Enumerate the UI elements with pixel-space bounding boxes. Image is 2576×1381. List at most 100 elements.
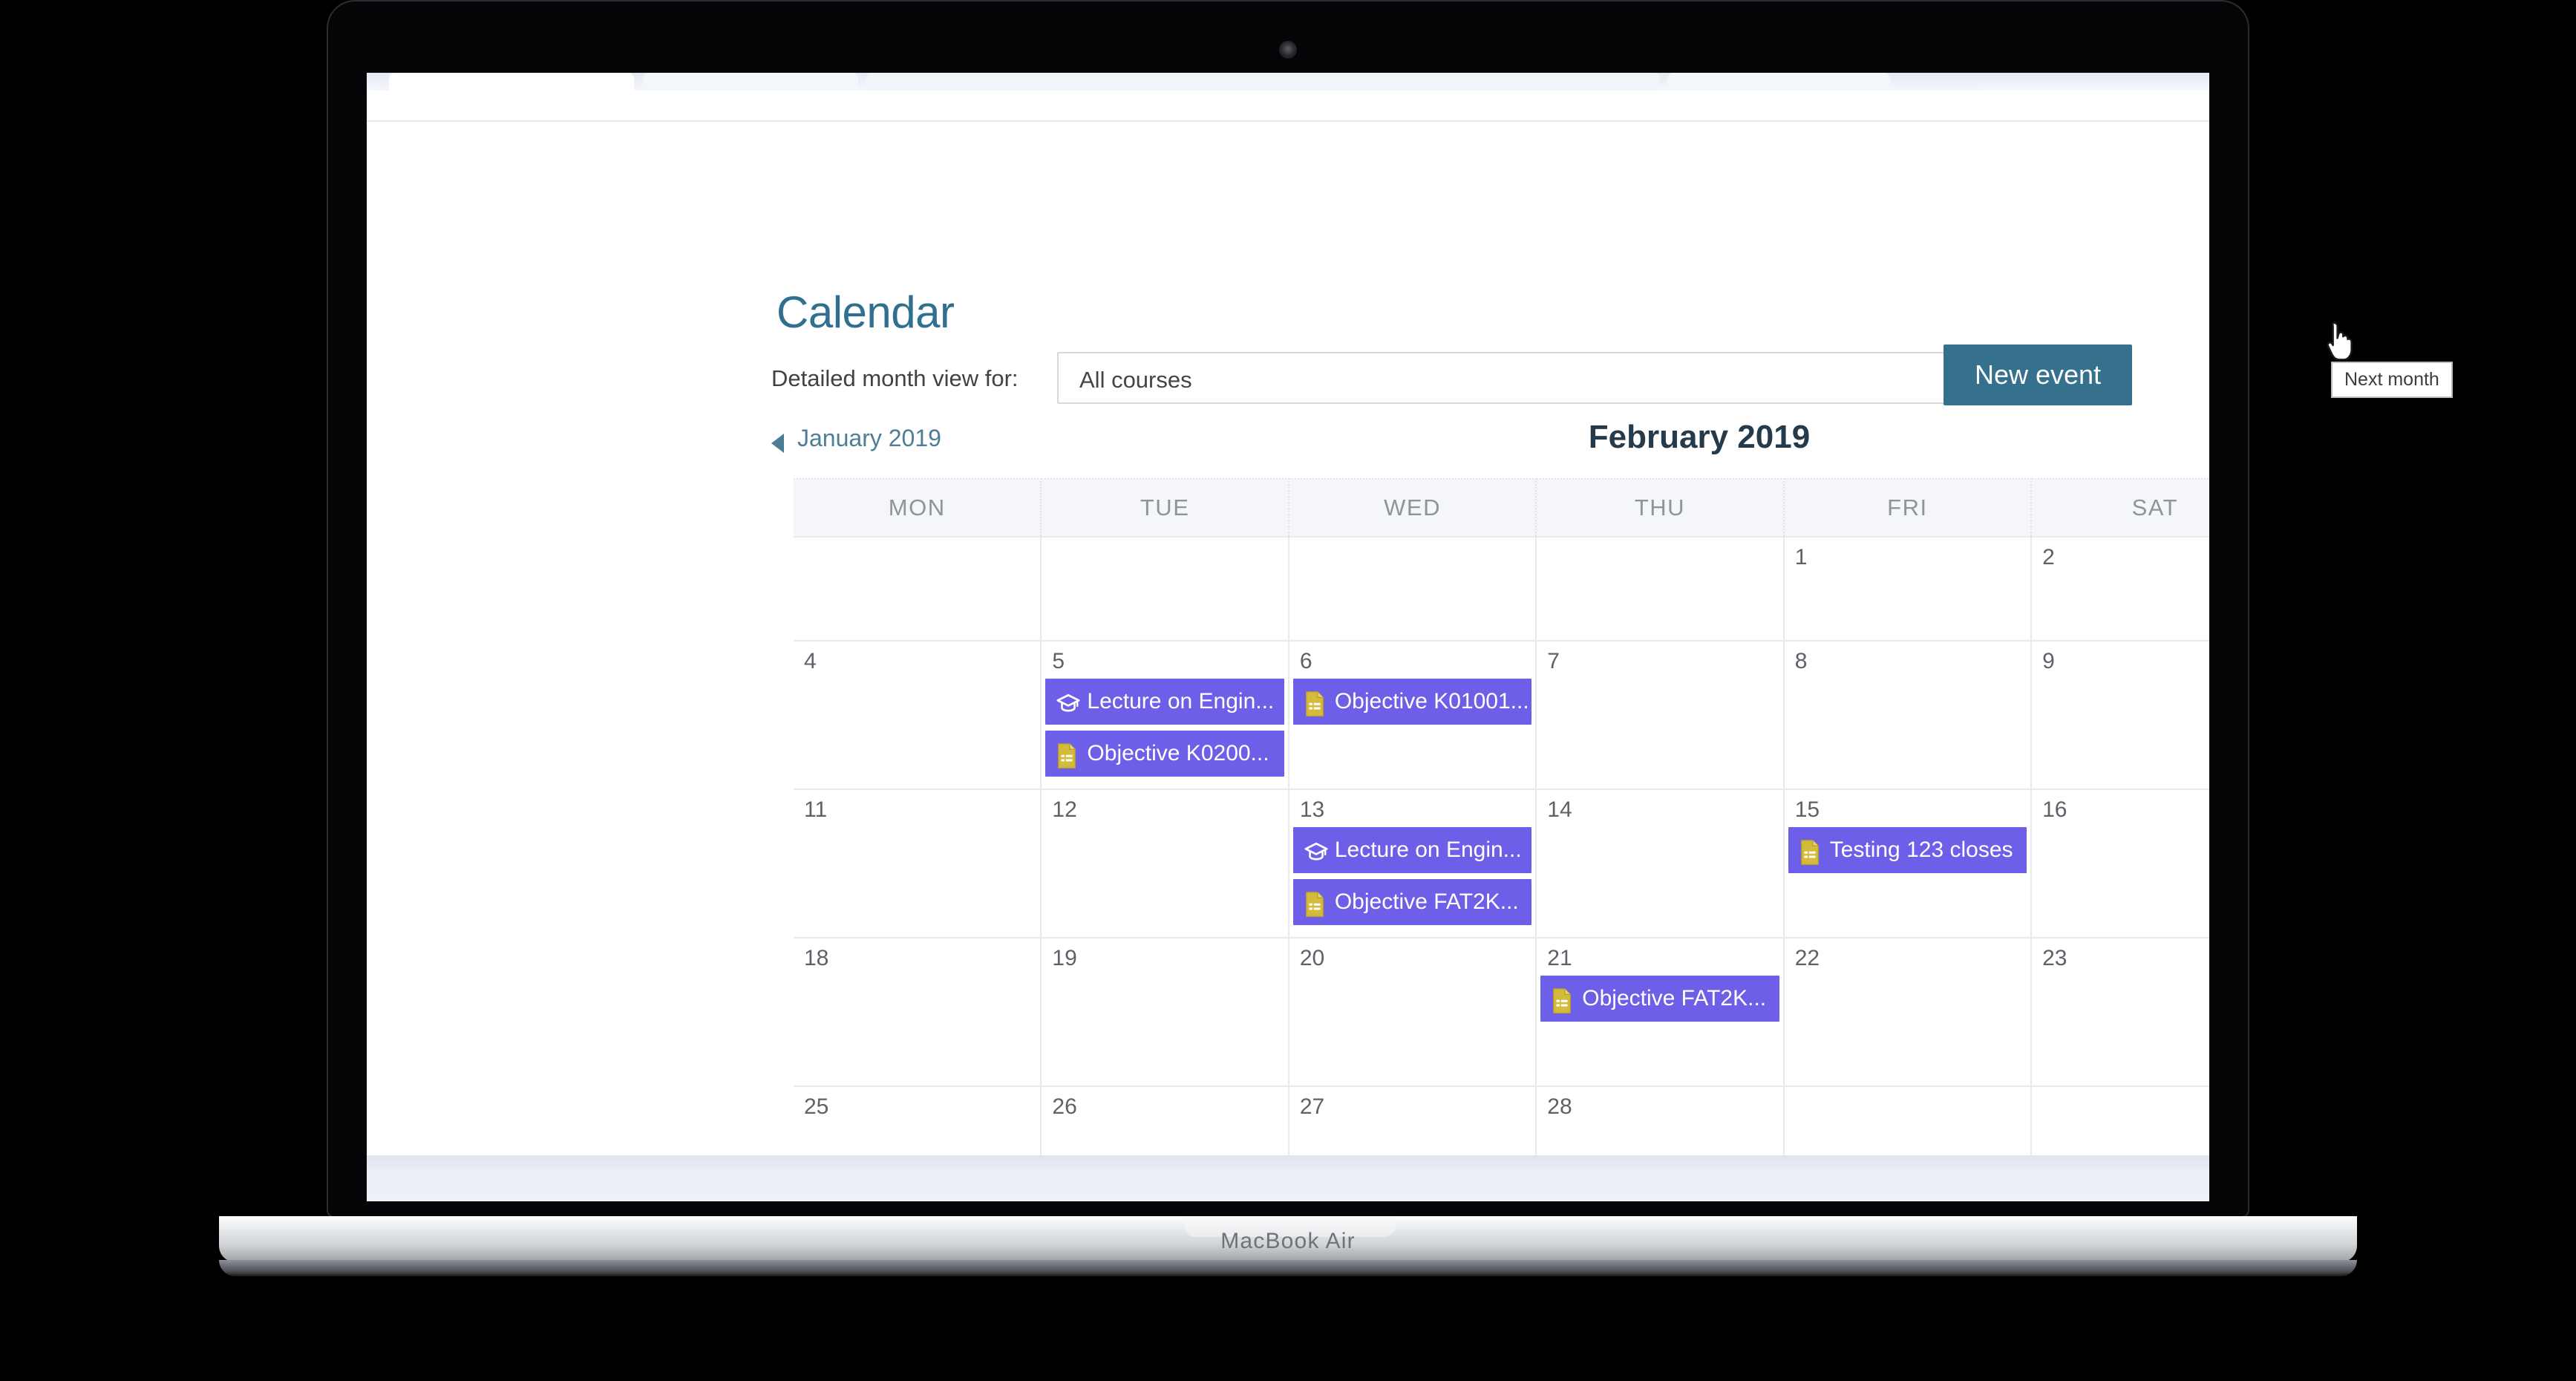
document-icon [1304, 688, 1329, 716]
laptop-foot [219, 1260, 2357, 1276]
current-month-title: February 2019 [1588, 419, 1811, 455]
page-title: Calendar [777, 287, 955, 337]
day-number: 8 [1794, 649, 1808, 673]
day-number: 11 [804, 797, 828, 822]
document-icon [1551, 985, 1576, 1013]
calendar-day-cell[interactable]: 12 [1041, 789, 1289, 938]
weekday-header-fri: FRI [1783, 478, 2033, 538]
document-icon [1799, 836, 1824, 865]
day-number: 21 [1547, 946, 1572, 970]
calendar-day-cell[interactable]: 19 [1041, 938, 1289, 1087]
calendar-event-label: Lecture on Engin... [1334, 838, 1522, 862]
document-icon [1304, 888, 1329, 917]
weekday-header-wed: WED [1288, 478, 1537, 538]
calendar-event-label: Testing 123 closes [1829, 838, 2013, 862]
calendar-day-cell[interactable]: 2 [2031, 537, 2209, 641]
calendar-day-cell[interactable]: 22 [1783, 938, 2033, 1087]
calendar-empty-cell [1288, 537, 1537, 641]
calendar-event-label: Objective FAT2K... [1334, 889, 1519, 914]
course-select-value: All courses [1079, 367, 1192, 393]
weekday-header-tue: TUE [1041, 478, 1289, 538]
previous-month-link[interactable]: January 2019 [797, 425, 941, 452]
calendar-day-cell[interactable]: 16 [2031, 789, 2209, 938]
day-number [1785, 1087, 2030, 1096]
weekday-header-thu: THU [1536, 478, 1785, 538]
day-number: 26 [1052, 1094, 1077, 1119]
calendar-day-cell[interactable]: 6 Objective K01001... [1288, 641, 1537, 790]
calendar-empty-cell [1536, 537, 1785, 641]
day-number [1289, 538, 1535, 546]
calendar-day-cell[interactable]: 5 Lecture on Engin... Objective K0200... [1041, 641, 1289, 790]
mouse-cursor-icon [2327, 321, 2353, 361]
course-filter-label: Detailed month view for: [771, 365, 1019, 391]
browser-tab[interactable] [1667, 73, 1890, 91]
day-number: 13 [1299, 797, 1325, 822]
calendar-event-chip[interactable]: Objective K0200... [1045, 731, 1284, 777]
calendar-day-cell[interactable]: 4 [794, 641, 1042, 790]
calendar-event-chip[interactable]: Lecture on Engin... [1292, 827, 1532, 873]
day-number: 12 [1052, 797, 1077, 822]
calendar-event-chip[interactable]: Objective K01001... [1292, 679, 1532, 725]
calendar-event-chip[interactable]: Lecture on Engin... [1045, 679, 1284, 725]
weekday-header-sat: SAT [2031, 478, 2209, 538]
day-number: 25 [804, 1094, 829, 1119]
browser-tab[interactable] [389, 73, 634, 91]
browser-tabstrip [367, 73, 2209, 91]
calendar-day-cell[interactable]: 20 [1288, 938, 1537, 1087]
calendar-day-cell[interactable]: 13 Lecture on Engin... Objective FAT2K... [1288, 789, 1537, 938]
day-number: 15 [1794, 797, 1820, 822]
day-number: 7 [1547, 649, 1560, 673]
day-number: 2 [2042, 545, 2055, 569]
laptop-screen: Calendar Detailed month view for: All co… [367, 73, 2209, 1201]
day-number: 19 [1052, 946, 1077, 970]
calendar-event-chip[interactable]: Objective FAT2K... [1540, 976, 1779, 1022]
calendar-event-chip[interactable]: Objective FAT2K... [1292, 879, 1532, 925]
calendar-day-cell[interactable]: 9 [2031, 641, 2209, 790]
calendar-day-cell[interactable]: 8 [1783, 641, 2033, 790]
calendar-day-cell[interactable]: 7 [1536, 641, 1785, 790]
graduation-cap-icon [1304, 836, 1329, 864]
day-number: 18 [804, 946, 829, 970]
weekday-header-mon: MON [794, 478, 1042, 538]
day-number: 20 [1299, 946, 1325, 970]
day-number: 5 [1052, 649, 1065, 673]
calendar-body: 1 23 45 Lecture on Engin... Objective K0200.… [794, 537, 2209, 1201]
day-number [1537, 538, 1782, 546]
calendar-day-cell[interactable]: 21 Objective FAT2K... [1536, 938, 1785, 1087]
calendar-day-cell[interactable]: 15 Testing 123 closes [1783, 789, 2033, 938]
calendar-week-row: 18192021Objective FAT2K...222324 [794, 938, 2209, 1087]
day-number: 9 [2042, 649, 2055, 673]
calendar-day-cell[interactable]: 18 [794, 938, 1042, 1087]
graduation-cap-icon [1056, 688, 1081, 716]
browser-tab[interactable] [643, 73, 858, 91]
day-number: 22 [1794, 946, 1820, 970]
calendar-event-label: Objective FAT2K... [1582, 986, 1767, 1011]
calendar-week-row: 11 12 13 Lecture on Engin... Objective FAT2K… [794, 789, 2209, 938]
calendar-event-chip[interactable]: Testing 123 closes [1788, 827, 2027, 873]
calendar-week-row: 4 5 Lecture on Engin... Objective K0200... 6… [794, 641, 2209, 790]
laptop-mockup: Calendar Detailed month view for: All co… [219, 0, 2453, 1307]
calendar-weekday-header-row: MON TUE WED THU FRI SAT SUN [794, 478, 2209, 538]
day-number: 27 [1299, 1094, 1325, 1119]
chevron-left-icon[interactable] [771, 434, 784, 453]
day-number: 23 [2042, 946, 2067, 970]
calendar-day-cell[interactable]: 11 [794, 789, 1042, 938]
calendar-day-cell[interactable]: 23 [2031, 938, 2209, 1087]
new-event-button[interactable]: New event [1944, 345, 2132, 405]
calendar-event-label: Objective K0200... [1087, 741, 1269, 765]
page-footer-band [367, 1155, 2209, 1201]
browser-tab[interactable] [866, 73, 1660, 91]
course-select[interactable]: All courses [1057, 352, 2015, 404]
day-number: 14 [1547, 797, 1572, 822]
day-number [2032, 1087, 2209, 1096]
day-number: 16 [2042, 797, 2067, 822]
webcam-icon [1279, 41, 1297, 59]
day-number: 1 [1794, 545, 1808, 569]
month-navigation: January 2019 February 2019 March 2019 [771, 419, 2182, 472]
day-number: 6 [1299, 649, 1312, 673]
page-content: Calendar Detailed month view for: All co… [367, 122, 2209, 1201]
calendar-empty-cell [794, 537, 1042, 641]
calendar-day-cell[interactable]: 1 [1783, 537, 2033, 641]
macbook-model-label: MacBook Air [1220, 1229, 1356, 1253]
calendar-day-cell[interactable]: 14 [1536, 789, 1785, 938]
